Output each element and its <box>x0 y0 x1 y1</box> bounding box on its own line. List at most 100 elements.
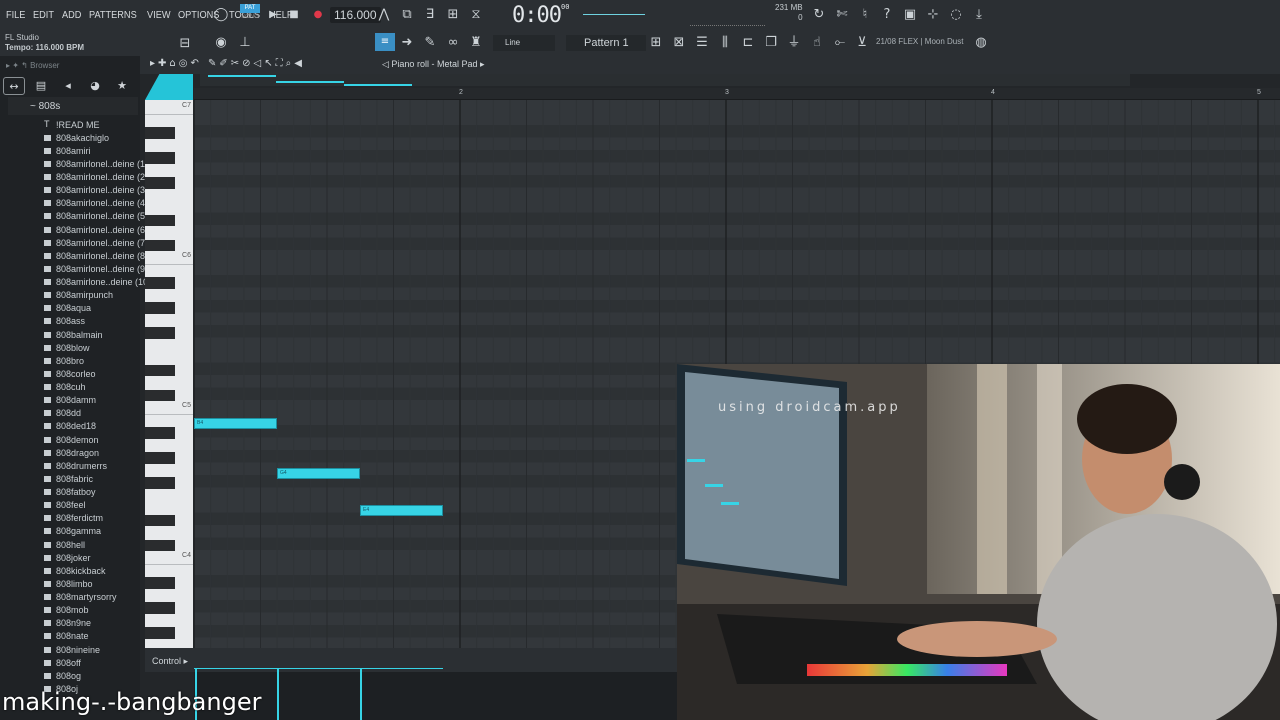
pencil-icon[interactable]: ✎ <box>421 34 439 52</box>
black-key[interactable] <box>145 152 175 164</box>
stop-icon[interactable]: ■ <box>285 6 303 24</box>
black-key[interactable] <box>145 514 175 526</box>
tempo-display[interactable]: 116.000 <box>330 7 381 23</box>
file-item[interactable]: 808fatboy <box>44 486 140 499</box>
file-item[interactable]: 808limbo <box>44 577 140 590</box>
velocity-bar[interactable] <box>360 668 362 720</box>
folder-808s[interactable]: ~ 808s <box>30 101 60 112</box>
black-key[interactable] <box>145 177 175 189</box>
piano-roll-view-icon[interactable]: ≡ <box>375 33 395 51</box>
arrow-right-icon[interactable]: ➜ <box>398 34 416 52</box>
cart-icon[interactable]: ⊻ <box>853 34 871 52</box>
wait-input-icon[interactable]: ⧉ <box>398 6 416 24</box>
master-pitch-icon[interactable]: ⊥ <box>236 34 254 52</box>
snap-icon[interactable]: ⊟ <box>176 35 194 53</box>
file-item[interactable]: 808bro <box>44 354 140 367</box>
draw-mode-select[interactable]: Line <box>493 35 555 51</box>
plug-icon[interactable]: ⏚ <box>785 34 803 52</box>
plugin-database-icon[interactable]: ❐ <box>762 34 780 52</box>
file-item[interactable]: 808amirlonel..deine (5) <box>44 210 148 223</box>
piano-keyboard[interactable]: C7 C6 C5 C4 <box>145 100 193 648</box>
globe-icon[interactable]: ◍ <box>972 34 990 52</box>
file-item[interactable]: 808amirlonel..deine (1) <box>44 157 148 170</box>
file-item[interactable]: 808nineine <box>44 643 140 656</box>
file-item[interactable]: 808balmain <box>44 328 140 341</box>
black-key[interactable] <box>145 539 175 551</box>
velocity-bar[interactable] <box>277 668 279 720</box>
file-item[interactable]: 808aqua <box>44 302 140 315</box>
black-key[interactable] <box>145 127 175 139</box>
browser-tab-online-icon[interactable]: ◕ <box>84 77 106 95</box>
black-key[interactable] <box>145 389 175 401</box>
file-item[interactable]: 808feel <box>44 499 140 512</box>
file-item[interactable]: 808amirlonel..deine (4) <box>44 197 148 210</box>
refresh-icon[interactable]: ↻ <box>810 6 828 24</box>
mixer-icon[interactable]: ☰ <box>693 34 711 52</box>
piano-roll-tools-icons[interactable]: ▸✚⌂◎↶ ✎✐✂⊘◁↖⛶⌕◀ <box>150 58 305 69</box>
file-item[interactable]: 808amirlonel..deine (3) <box>44 184 148 197</box>
record-icon[interactable]: ● <box>309 6 327 24</box>
file-item[interactable]: 808demon <box>44 433 140 446</box>
help-icon[interactable]: ? <box>878 6 896 24</box>
timeline-ruler[interactable]: 2 3 4 5 <box>194 88 1280 100</box>
touch-icon[interactable]: ☝ <box>808 34 826 52</box>
file-item[interactable]: T !READ ME <box>44 118 140 131</box>
menu-patterns[interactable]: PATTERNS <box>89 10 137 21</box>
playlist-icon[interactable]: ⊠ <box>670 34 688 52</box>
browser-tab-favorites-icon[interactable]: ★ <box>111 77 133 95</box>
file-item[interactable]: 808nate <box>44 630 140 643</box>
tools-icon[interactable]: ✄ <box>833 6 851 24</box>
song-mode-label[interactable]: SONG <box>240 14 260 20</box>
file-item[interactable]: 808corleo <box>44 367 140 380</box>
black-key[interactable] <box>145 277 175 289</box>
file-item[interactable]: 808drumerrs <box>44 459 140 472</box>
master-pitch-slider[interactable] <box>583 14 645 15</box>
link-icon[interactable]: ∞ <box>444 34 462 52</box>
file-item[interactable]: 808amirlonel..deine (8) <box>44 249 148 262</box>
metronome-icon[interactable]: ⋀ <box>375 6 393 24</box>
file-item[interactable]: 808off <box>44 656 140 669</box>
file-item[interactable]: 808og <box>44 669 140 682</box>
black-key[interactable] <box>145 214 175 226</box>
file-item[interactable]: 808hell <box>44 538 140 551</box>
pat-mode-toggle[interactable]: PAT <box>240 4 260 13</box>
chat-icon[interactable]: ◌ <box>947 6 965 24</box>
stamp-icon[interactable]: ♜ <box>467 34 485 52</box>
plugin-icon[interactable]: ⊹ <box>924 6 942 24</box>
browser-tab-project-icon[interactable]: ▤ <box>30 77 52 95</box>
save-icon[interactable]: ▣ <box>901 6 919 24</box>
menu-view[interactable]: VIEW <box>147 10 171 21</box>
play-icon[interactable]: ▶ <box>264 6 282 24</box>
file-item[interactable]: 808amirlonel..deine (9) <box>44 262 148 275</box>
file-item[interactable]: 808amirlonel..deine (2) <box>44 171 148 184</box>
file-item[interactable]: 808damm <box>44 394 140 407</box>
browser-tab-all[interactable]: ↔ <box>3 77 25 95</box>
file-item[interactable]: 808dragon <box>44 446 140 459</box>
countdown-icon[interactable]: ∃ <box>421 6 439 24</box>
black-key[interactable] <box>145 602 175 614</box>
file-item[interactable]: 808mob <box>44 604 140 617</box>
file-item[interactable]: 808amirpunch <box>44 289 140 302</box>
main-volume-knob-icon[interactable]: ◉ <box>212 34 230 52</box>
black-key[interactable] <box>145 452 175 464</box>
faders-icon[interactable]: ⫼ <box>716 34 734 52</box>
file-item[interactable]: 808amiri <box>44 144 140 157</box>
black-key[interactable] <box>145 627 175 639</box>
record-loop-icon[interactable]: ◯ <box>212 6 230 24</box>
note-e4[interactable]: E4 <box>360 505 443 516</box>
pattern-selector[interactable]: Pattern 1 <box>566 35 646 51</box>
black-key[interactable] <box>145 302 175 314</box>
microphone-icon[interactable]: ♮ <box>856 6 874 24</box>
blend-notes-icon[interactable]: ⧖ <box>467 6 485 24</box>
menu-add[interactable]: ADD <box>62 10 81 21</box>
black-key[interactable] <box>145 239 175 251</box>
channel-rack-icon[interactable]: ⊞ <box>647 34 665 52</box>
preset-news[interactable]: 21/08 FLEX | Moon Dust <box>876 37 963 46</box>
black-key[interactable] <box>145 364 175 376</box>
piano-roll-scrollbar[interactable] <box>200 74 1130 86</box>
file-item[interactable]: 808cuh <box>44 381 140 394</box>
black-key[interactable] <box>145 477 175 489</box>
file-item[interactable]: 808n9ne <box>44 617 140 630</box>
file-item[interactable]: 808ferdictm <box>44 512 140 525</box>
browser-tree-icon[interactable]: ⊏ <box>739 34 757 52</box>
